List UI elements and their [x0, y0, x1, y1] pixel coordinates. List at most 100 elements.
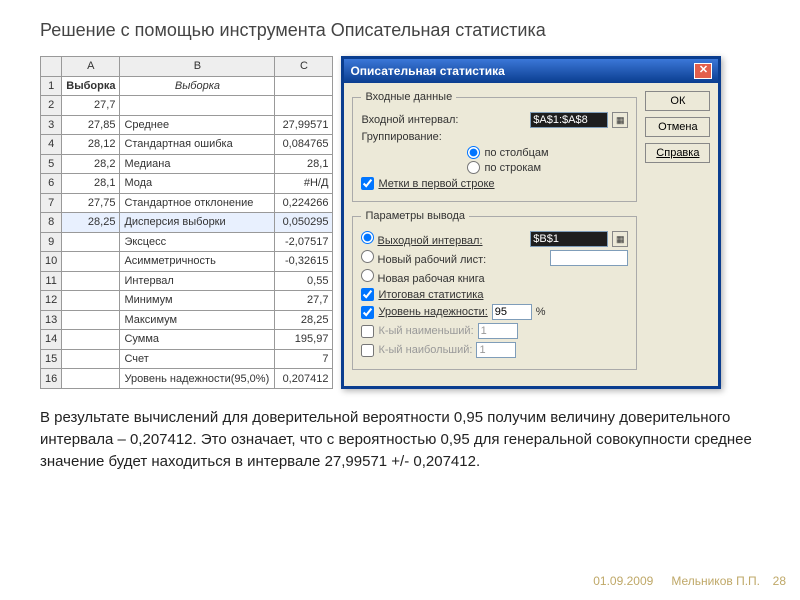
cell[interactable]: Минимум: [120, 291, 275, 311]
cell[interactable]: -0,32615: [275, 252, 333, 272]
help-button[interactable]: Справка: [645, 143, 710, 163]
descriptive-stats-dialog: Описательная статистика ✕ Входные данные…: [341, 56, 721, 389]
row-header[interactable]: 4: [41, 135, 62, 155]
cell[interactable]: 27,75: [62, 193, 120, 213]
cell[interactable]: 0,050295: [275, 213, 333, 233]
cell[interactable]: [62, 349, 120, 369]
labels-first-row-check[interactable]: Метки в первой строке: [361, 177, 494, 190]
cell[interactable]: [62, 330, 120, 350]
output-interval-radio[interactable]: Выходной интервал:: [361, 231, 526, 247]
cell[interactable]: [62, 310, 120, 330]
new-sheet-radio[interactable]: Новый рабочий лист:: [361, 250, 546, 266]
new-sheet-field[interactable]: [550, 250, 628, 266]
kth-large-field: [476, 342, 516, 358]
col-header-b[interactable]: B: [120, 57, 275, 77]
row-header[interactable]: 7: [41, 193, 62, 213]
cell[interactable]: Медиана: [120, 154, 275, 174]
row-header[interactable]: 15: [41, 349, 62, 369]
cell[interactable]: 27,85: [62, 115, 120, 135]
dialog-title: Описательная статистика: [350, 64, 504, 78]
grouping-label: Группирование:: [361, 131, 492, 143]
cell[interactable]: 27,7: [275, 291, 333, 311]
spreadsheet[interactable]: A B C 1 Выборка Выборка 2 27,7 3 27,85 С…: [40, 56, 333, 389]
dialog-titlebar[interactable]: Описательная статистика ✕: [344, 59, 718, 83]
cell[interactable]: -2,07517: [275, 232, 333, 252]
cell[interactable]: 7: [275, 349, 333, 369]
explanation-text: В результате вычислений для доверительно…: [0, 389, 800, 490]
cell[interactable]: 0,207412: [275, 369, 333, 389]
by-columns-radio[interactable]: по столбцам: [467, 146, 628, 159]
cell[interactable]: Уровень надежности(95,0%): [120, 369, 275, 389]
cell[interactable]: 28,12: [62, 135, 120, 155]
kth-large-check[interactable]: К-ый наибольший:: [361, 344, 472, 357]
cell[interactable]: 27,7: [62, 96, 120, 116]
cell[interactable]: 195,97: [275, 330, 333, 350]
cell[interactable]: 27,99571: [275, 115, 333, 135]
row-header[interactable]: 5: [41, 154, 62, 174]
cell[interactable]: Асимметричность: [120, 252, 275, 272]
row-header[interactable]: 16: [41, 369, 62, 389]
row-header[interactable]: 8: [41, 213, 62, 233]
cell[interactable]: [62, 271, 120, 291]
cell[interactable]: [275, 96, 333, 116]
row-header[interactable]: 2: [41, 96, 62, 116]
cell[interactable]: Максимум: [120, 310, 275, 330]
input-interval-label: Входной интервал:: [361, 114, 526, 126]
cell[interactable]: Выборка: [62, 76, 120, 96]
confidence-field[interactable]: [492, 304, 532, 320]
col-header-c[interactable]: C: [275, 57, 333, 77]
range-picker-icon[interactable]: ▦: [612, 112, 628, 128]
row-header[interactable]: 10: [41, 252, 62, 272]
cell[interactable]: 28,1: [275, 154, 333, 174]
row-header[interactable]: 14: [41, 330, 62, 350]
cell[interactable]: Выборка: [120, 76, 275, 96]
kth-small-check[interactable]: К-ый наименьший:: [361, 325, 473, 338]
ok-button[interactable]: ОК: [645, 91, 710, 111]
cell[interactable]: Стандартное отклонение: [120, 193, 275, 213]
row-header[interactable]: 9: [41, 232, 62, 252]
col-header-a[interactable]: A: [62, 57, 120, 77]
output-interval-field[interactable]: [530, 231, 608, 247]
kth-small-field: [478, 323, 518, 339]
cell[interactable]: Счет: [120, 349, 275, 369]
cell[interactable]: Сумма: [120, 330, 275, 350]
cell[interactable]: 28,1: [62, 174, 120, 194]
cell[interactable]: 0,55: [275, 271, 333, 291]
cell[interactable]: Интервал: [120, 271, 275, 291]
cell[interactable]: [62, 291, 120, 311]
cell[interactable]: 28,2: [62, 154, 120, 174]
cell[interactable]: Эксцесс: [120, 232, 275, 252]
cancel-button[interactable]: Отмена: [645, 117, 710, 137]
cell[interactable]: [62, 252, 120, 272]
output-group: Параметры вывода Выходной интервал: ▦ Но…: [352, 210, 637, 370]
row-header[interactable]: 6: [41, 174, 62, 194]
cell[interactable]: Дисперсия выборки: [120, 213, 275, 233]
row-header[interactable]: 13: [41, 310, 62, 330]
by-rows-radio[interactable]: по строкам: [467, 161, 628, 174]
cell[interactable]: 28,25: [62, 213, 120, 233]
row-header[interactable]: 12: [41, 291, 62, 311]
cell[interactable]: [62, 232, 120, 252]
summary-check[interactable]: Итоговая статистика: [361, 288, 483, 301]
cell[interactable]: Мода: [120, 174, 275, 194]
range-picker-icon[interactable]: ▦: [612, 231, 628, 247]
confidence-check[interactable]: Уровень надежности:: [361, 306, 487, 319]
input-group: Входные данные Входной интервал: ▦ Групп…: [352, 91, 637, 202]
cell[interactable]: [120, 96, 275, 116]
row-header[interactable]: 1: [41, 76, 62, 96]
close-icon[interactable]: ✕: [694, 63, 712, 79]
cell[interactable]: [62, 369, 120, 389]
cell[interactable]: 0,224266: [275, 193, 333, 213]
row-header[interactable]: 3: [41, 115, 62, 135]
cell[interactable]: Среднее: [120, 115, 275, 135]
cell[interactable]: Стандартная ошибка: [120, 135, 275, 155]
footer-author: Мельников П.П.: [671, 574, 760, 588]
corner-cell[interactable]: [41, 57, 62, 77]
new-book-radio[interactable]: Новая рабочая книга: [361, 269, 628, 285]
cell[interactable]: [275, 76, 333, 96]
cell[interactable]: #Н/Д: [275, 174, 333, 194]
cell[interactable]: 0,084765: [275, 135, 333, 155]
cell[interactable]: 28,25: [275, 310, 333, 330]
row-header[interactable]: 11: [41, 271, 62, 291]
input-interval-field[interactable]: [530, 112, 608, 128]
